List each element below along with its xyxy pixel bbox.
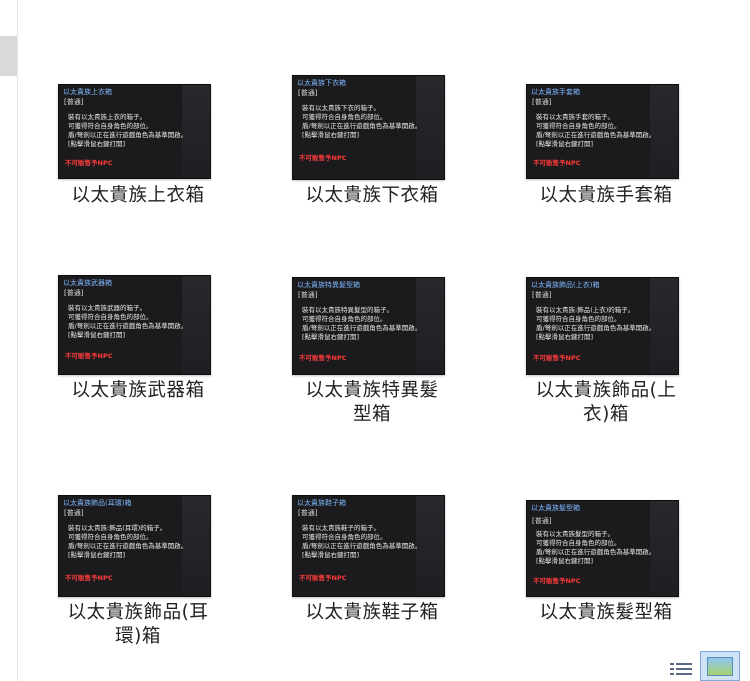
file-name-line2: 衣)箱 xyxy=(583,404,629,425)
view-mode-switcher xyxy=(670,651,750,681)
file-item[interactable]: 以太貴族武器箱 [普通] 裝有以太貴族武器的箱子。 可獲得符合自身角色的部位。 … xyxy=(38,275,238,410)
tooltip-description: 裝有以太貴族武器的箱子。 可獲得符合自身角色的部位。 盾/弩劍以正在進行遊戲角色… xyxy=(68,304,188,339)
file-name: 以太貴族武器箱 xyxy=(38,379,238,403)
large-icons-view-icon[interactable] xyxy=(700,651,740,681)
tooltip-warning: 不可販售予NPC xyxy=(533,354,581,362)
file-name: 以太貴族特異髮 型箱 xyxy=(272,379,472,427)
tooltip-title: 以太貴族特異髮型箱 xyxy=(297,281,360,289)
file-name: 以太貴族上衣箱 xyxy=(38,184,238,208)
tooltip-grade: [普通] xyxy=(532,291,552,299)
file-name: 以太貴族鞋子箱 xyxy=(272,601,472,625)
file-name-line2: 環)箱 xyxy=(115,626,161,647)
tooltip-title: 以太貴族下衣箱 xyxy=(297,79,346,87)
file-name-line2: 型箱 xyxy=(352,404,391,425)
tooltip-description: 裝有以太貴族髮型的箱子。 可獲得符合自身角色的部位。 盾/弩劍以正在進行遊戲角色… xyxy=(536,530,656,565)
tooltip-warning: 不可販售予NPC xyxy=(299,354,347,362)
tooltip-description: 裝有以太貴族特異髮型的箱子。 可獲得符合自身角色的部位。 盾/弩劍以正在進行遊戲… xyxy=(302,306,422,341)
file-item[interactable]: 以太貴族飾品(上衣)箱 [普通] 裝有以太貴族:飾品(上衣)的箱子。 可獲得符合… xyxy=(506,277,706,432)
tooltip-warning: 不可販售予NPC xyxy=(65,352,113,360)
tooltip-description: 裝有以太貴族:飾品(上衣)的箱子。 可獲得符合自身角色的部位。 盾/弩劍以正在進… xyxy=(536,306,656,341)
file-thumbnail: 以太貴族特異髮型箱 [普通] 裝有以太貴族特異髮型的箱子。 可獲得符合自身角色的… xyxy=(292,277,445,375)
file-thumbnail: 以太貴族下衣箱 [普通] 裝有以太貴族下衣的箱子。 可獲得符合自身角色的部位。 … xyxy=(292,75,445,180)
tooltip-warning: 不可販售予NPC xyxy=(65,574,113,582)
tooltip-warning: 不可販售予NPC xyxy=(533,159,581,167)
tooltip-title: 以太貴族鞋子箱 xyxy=(297,499,346,507)
tooltip-title: 以太貴族武器箱 xyxy=(63,279,112,287)
tooltip-description: 裝有以太貴族上衣的箱子。 可獲得符合自身角色的部位。 盾/弩劍以正在進行遊戲角色… xyxy=(68,113,188,148)
tooltip-warning: 不可販售予NPC xyxy=(533,577,581,585)
file-name-line1: 以太貴族飾品(耳 xyxy=(67,602,209,623)
tooltip-warning: 不可販售予NPC xyxy=(299,574,347,582)
tooltip-description: 裝有以太貴族下衣的箱子。 可獲得符合自身角色的部位。 盾/弩劍以正在進行遊戲角色… xyxy=(302,104,422,139)
details-view-icon[interactable] xyxy=(670,663,692,677)
file-name-line1: 以太貴族下衣箱 xyxy=(305,185,439,206)
file-name-line1: 以太貴族上衣箱 xyxy=(71,185,205,206)
file-item[interactable]: 以太貴族特異髮型箱 [普通] 裝有以太貴族特異髮型的箱子。 可獲得符合自身角色的… xyxy=(272,277,472,432)
tooltip-title: 以太貴族飾品(耳環)箱 xyxy=(63,499,132,507)
file-name-line1: 以太貴族髮型箱 xyxy=(539,602,673,623)
file-name-line1: 以太貴族鞋子箱 xyxy=(305,602,439,623)
tooltip-description: 裝有以太貴族:飾品(耳環)的箱子。 可獲得符合自身角色的部位。 盾/弩劍以正在進… xyxy=(68,524,188,559)
file-item[interactable]: 以太貴族上衣箱 [普通] 裝有以太貴族上衣的箱子。 可獲得符合自身角色的部位。 … xyxy=(38,84,238,214)
file-thumbnail: 以太貴族飾品(上衣)箱 [普通] 裝有以太貴族:飾品(上衣)的箱子。 可獲得符合… xyxy=(526,277,679,375)
tooltip-warning: 不可販售予NPC xyxy=(65,159,113,167)
tooltip-grade: [普通] xyxy=(64,98,84,106)
file-item[interactable]: 以太貴族飾品(耳環)箱 [普通] 裝有以太貴族:飾品(耳環)的箱子。 可獲得符合… xyxy=(38,495,238,655)
tooltip-grade: [普通] xyxy=(532,98,552,106)
file-thumbnail-grid: 以太貴族上衣箱 [普通] 裝有以太貴族上衣的箱子。 可獲得符合自身角色的部位。 … xyxy=(0,0,750,681)
file-name: 以太貴族手套箱 xyxy=(506,184,706,208)
file-thumbnail: 以太貴族髮型箱 [普通] 裝有以太貴族髮型的箱子。 可獲得符合自身角色的部位。 … xyxy=(526,500,679,597)
file-name-line1: 以太貴族特異髮 xyxy=(305,380,439,401)
tooltip-grade: [普通] xyxy=(64,509,84,517)
tooltip-grade: [普通] xyxy=(298,291,318,299)
tooltip-title: 以太貴族手套箱 xyxy=(531,88,580,96)
file-thumbnail: 以太貴族飾品(耳環)箱 [普通] 裝有以太貴族:飾品(耳環)的箱子。 可獲得符合… xyxy=(58,495,211,597)
file-item[interactable]: 以太貴族鞋子箱 [普通] 裝有以太貴族鞋子的箱子。 可獲得符合自身角色的部位。 … xyxy=(272,495,472,635)
tooltip-title: 以太貴族飾品(上衣)箱 xyxy=(531,281,600,289)
file-name: 以太貴族飾品(上 衣)箱 xyxy=(506,379,706,427)
tooltip-title: 以太貴族上衣箱 xyxy=(63,88,112,96)
tooltip-description: 裝有以太貴族手套的箱子。 可獲得符合自身角色的部位。 盾/弩劍以正在進行遊戲角色… xyxy=(536,113,656,148)
tooltip-title: 以太貴族髮型箱 xyxy=(531,504,580,512)
file-thumbnail: 以太貴族上衣箱 [普通] 裝有以太貴族上衣的箱子。 可獲得符合自身角色的部位。 … xyxy=(58,84,211,179)
tooltip-grade: [普通] xyxy=(532,517,552,525)
tooltip-grade: [普通] xyxy=(298,509,318,517)
file-thumbnail: 以太貴族鞋子箱 [普通] 裝有以太貴族鞋子的箱子。 可獲得符合自身角色的部位。 … xyxy=(292,495,445,597)
tooltip-description: 裝有以太貴族鞋子的箱子。 可獲得符合自身角色的部位。 盾/弩劍以正在進行遊戲角色… xyxy=(302,524,422,559)
file-name-line1: 以太貴族飾品(上 xyxy=(535,380,677,401)
tooltip-grade: [普通] xyxy=(64,289,84,297)
file-item[interactable]: 以太貴族下衣箱 [普通] 裝有以太貴族下衣的箱子。 可獲得符合自身角色的部位。 … xyxy=(272,75,472,215)
file-name-line1: 以太貴族武器箱 xyxy=(71,380,205,401)
file-item[interactable]: 以太貴族手套箱 [普通] 裝有以太貴族手套的箱子。 可獲得符合自身角色的部位。 … xyxy=(506,84,706,214)
tooltip-grade: [普通] xyxy=(298,89,318,97)
file-name: 以太貴族髮型箱 xyxy=(506,601,706,625)
file-thumbnail: 以太貴族手套箱 [普通] 裝有以太貴族手套的箱子。 可獲得符合自身角色的部位。 … xyxy=(526,84,679,179)
file-name-line1: 以太貴族手套箱 xyxy=(539,185,673,206)
file-item[interactable]: 以太貴族髮型箱 [普通] 裝有以太貴族髮型的箱子。 可獲得符合自身角色的部位。 … xyxy=(506,500,706,635)
file-thumbnail: 以太貴族武器箱 [普通] 裝有以太貴族武器的箱子。 可獲得符合自身角色的部位。 … xyxy=(58,275,211,375)
file-name: 以太貴族飾品(耳 環)箱 xyxy=(38,601,238,649)
tooltip-warning: 不可販售予NPC xyxy=(299,154,347,162)
file-name: 以太貴族下衣箱 xyxy=(272,184,472,208)
